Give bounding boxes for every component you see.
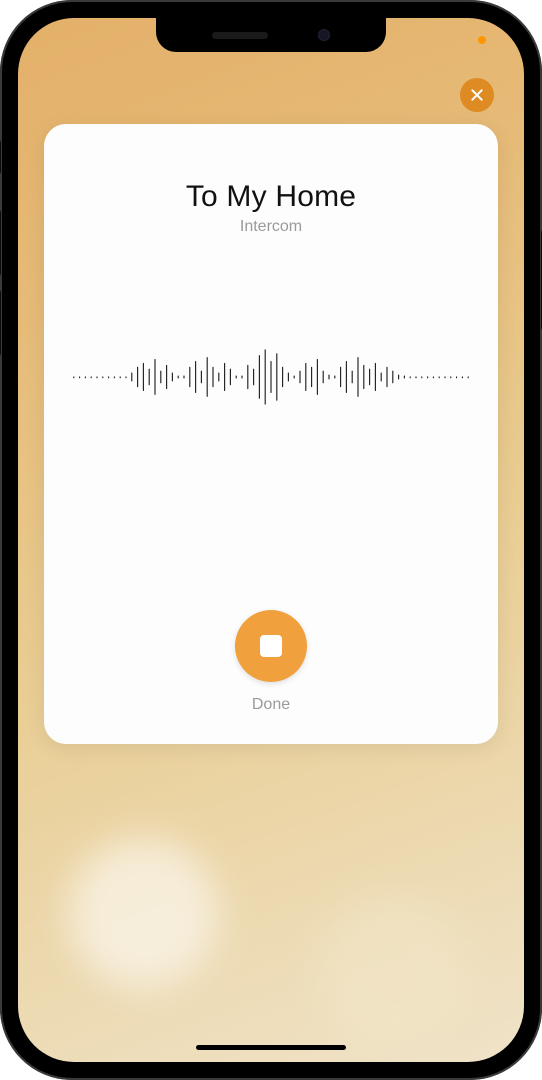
volume-down-button [0,290,1,356]
volume-up-button [0,210,1,276]
background-blob [318,898,468,1048]
card-subtitle: Intercom [240,218,302,236]
done-label: Done [252,696,290,714]
card-title: To My Home [186,180,356,214]
stop-recording-button[interactable] [235,610,307,682]
device-frame: To My Home Intercom [0,0,542,1080]
background-blob [68,838,218,988]
mute-switch [0,140,1,174]
recording-indicator-icon [478,36,486,44]
notch [156,18,386,52]
close-button[interactable] [460,78,494,112]
waveform-icon [68,332,474,422]
close-icon [469,87,485,103]
front-camera [318,29,330,41]
speaker-grille [212,32,268,39]
stop-icon [260,635,282,657]
intercom-card: To My Home Intercom [44,124,498,744]
home-indicator[interactable] [196,1045,346,1050]
screen: To My Home Intercom [18,18,524,1062]
